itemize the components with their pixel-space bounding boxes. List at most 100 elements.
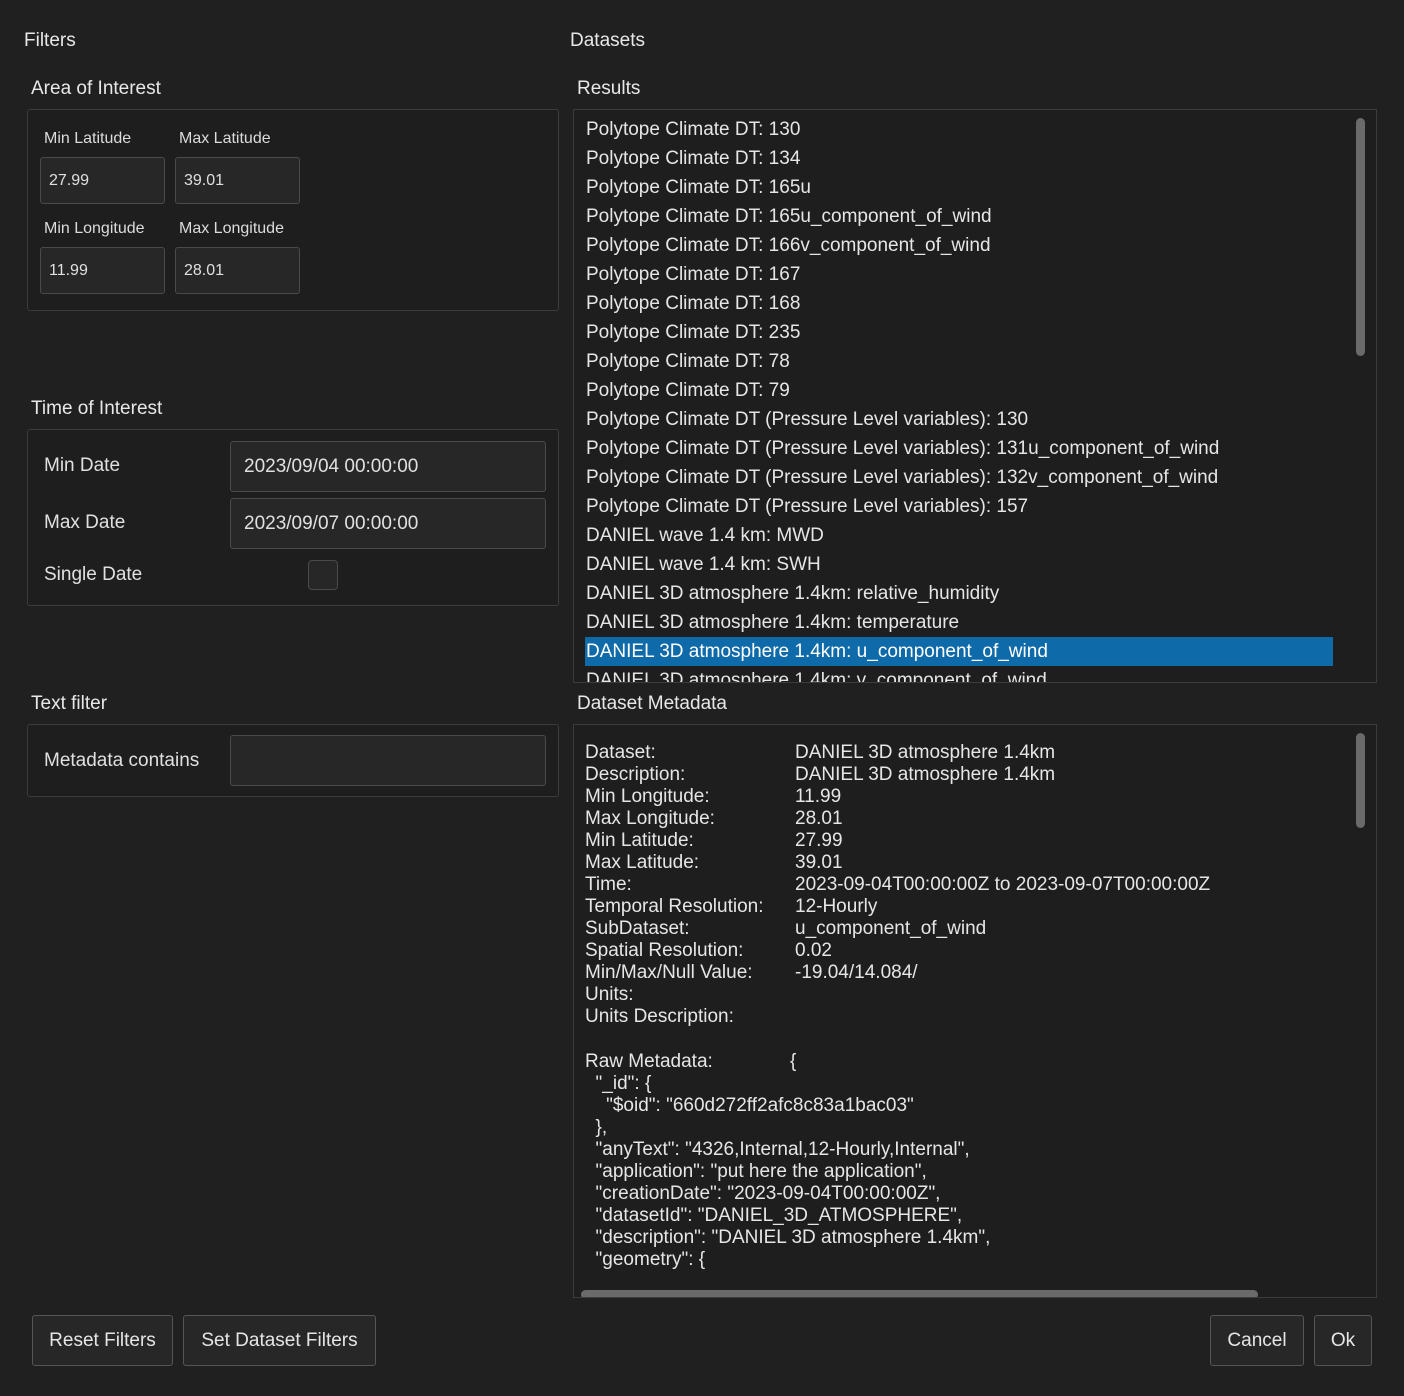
metadata-value: 39.01 xyxy=(795,852,843,873)
metadata-key: Temporal Resolution: xyxy=(585,896,764,917)
result-item[interactable]: Polytope Climate DT: 165u xyxy=(585,173,1333,202)
metadata-row: Dataset: DANIEL 3D atmosphere 1.4km xyxy=(585,742,1345,764)
raw-metadata-line: "_id": { xyxy=(585,1073,652,1094)
metadata-key: SubDataset: xyxy=(585,918,690,939)
raw-metadata-label: Raw Metadata: xyxy=(585,1051,713,1072)
min-date-label: Min Date xyxy=(44,455,121,476)
dataset-metadata-title: Dataset Metadata xyxy=(577,693,727,714)
result-item[interactable]: Polytope Climate DT (Pressure Level vari… xyxy=(585,405,1333,434)
result-item[interactable]: DANIEL 3D atmosphere 1.4km: v_component_… xyxy=(585,666,1333,682)
single-date-label: Single Date xyxy=(44,564,143,585)
results-vertical-scrollbar[interactable] xyxy=(1356,118,1365,356)
result-item[interactable]: DANIEL 3D atmosphere 1.4km: u_component_… xyxy=(585,637,1333,666)
raw-metadata-line: "creationDate": "2023-09-04T00:00:00Z", xyxy=(585,1183,941,1204)
metadata-key: Dataset: xyxy=(585,742,656,763)
metadata-key: Units: xyxy=(585,984,634,1005)
result-item[interactable]: Polytope Climate DT: 78 xyxy=(585,347,1333,376)
datasets-title: Datasets xyxy=(570,30,645,51)
ok-button[interactable]: Ok xyxy=(1314,1315,1372,1366)
max-latitude-label: Max Latitude xyxy=(179,130,271,147)
metadata-row: Min Latitude: 27.99 xyxy=(585,830,1345,852)
result-item[interactable]: Polytope Climate DT: 79 xyxy=(585,376,1333,405)
metadata-row: Spatial Resolution: 0.02 xyxy=(585,940,1345,962)
metadata-horizontal-scrollbar[interactable] xyxy=(581,1290,1258,1297)
raw-metadata-line: }, xyxy=(585,1117,608,1138)
min-latitude-field[interactable] xyxy=(40,157,165,204)
metadata-row: Min/Max/Null Value: -19.04/14.084/ xyxy=(585,962,1345,984)
raw-metadata-line: "$oid": "660d272ff2afc8c83a1bac03" xyxy=(585,1095,914,1116)
result-item[interactable]: Polytope Climate DT (Pressure Level vari… xyxy=(585,492,1333,521)
raw-metadata-open-brace: { xyxy=(790,1051,797,1072)
metadata-value: 11.99 xyxy=(795,786,842,807)
area-of-interest-group: Min Latitude Max Latitude Min Longitude … xyxy=(27,109,559,311)
metadata-row: Description: DANIEL 3D atmosphere 1.4km xyxy=(585,764,1345,786)
metadata-key: Max Latitude: xyxy=(585,852,700,873)
metadata-panel[interactable]: Dataset: DANIEL 3D atmosphere 1.4km Descri… xyxy=(573,724,1377,1298)
metadata-key: Min/Max/Null Value: xyxy=(585,962,753,983)
text-filter-title: Text filter xyxy=(31,693,108,714)
single-date-checkbox[interactable] xyxy=(308,560,338,590)
metadata-value: 28.01 xyxy=(795,808,843,829)
result-item[interactable]: DANIEL 3D atmosphere 1.4km: relative_hum… xyxy=(585,579,1333,608)
min-longitude-field[interactable] xyxy=(40,247,165,294)
metadata-contains-label: Metadata contains xyxy=(44,750,200,771)
result-item[interactable]: Polytope Climate DT: 167 xyxy=(585,260,1333,289)
metadata-key: Min Longitude: xyxy=(585,786,710,807)
metadata-vertical-scrollbar[interactable] xyxy=(1356,733,1365,828)
metadata-row: Time: 2023-09-04T00:00:00Z to 2023-09-07T… xyxy=(585,874,1345,896)
result-item[interactable]: DANIEL wave 1.4 km: SWH xyxy=(585,550,1333,579)
metadata-value: 12-Hourly xyxy=(795,896,878,917)
metadata-key: Min Latitude: xyxy=(585,830,694,851)
result-item[interactable]: Polytope Climate DT: 130 xyxy=(585,115,1333,144)
result-item[interactable]: Polytope Climate DT: 166v_component_of_w… xyxy=(585,231,1333,260)
metadata-row: Max Longitude: 28.01 xyxy=(585,808,1345,830)
metadata-key: Description: xyxy=(585,764,686,785)
metadata-value: 0.02 xyxy=(795,940,832,961)
area-of-interest-title: Area of Interest xyxy=(31,78,161,99)
max-longitude-field[interactable] xyxy=(175,247,300,294)
reset-filters-button[interactable]: Reset Filters xyxy=(32,1315,173,1366)
metadata-row: Min Longitude: 11.99 xyxy=(585,786,1345,808)
time-of-interest-group: Min Date Max Date Single Date xyxy=(27,429,559,606)
raw-metadata-line: "description": "DANIEL 3D atmosphere 1.4… xyxy=(585,1227,991,1248)
metadata-row: Temporal Resolution: 12-Hourly xyxy=(585,896,1345,918)
result-item[interactable]: DANIEL 3D atmosphere 1.4km: temperature xyxy=(585,608,1333,637)
result-item[interactable]: DANIEL wave 1.4 km: MWD xyxy=(585,521,1333,550)
result-item[interactable]: Polytope Climate DT: 165u_component_of_w… xyxy=(585,202,1333,231)
metadata-value: 27.99 xyxy=(795,830,843,851)
time-of-interest-title: Time of Interest xyxy=(31,398,163,419)
cancel-button[interactable]: Cancel xyxy=(1210,1315,1304,1366)
metadata-value: DANIEL 3D atmosphere 1.4km xyxy=(795,742,1056,763)
result-item[interactable]: Polytope Climate DT (Pressure Level vari… xyxy=(585,434,1333,463)
max-date-field[interactable] xyxy=(230,498,546,549)
set-dataset-filters-button[interactable]: Set Dataset Filters xyxy=(183,1315,376,1366)
filters-title: Filters xyxy=(24,30,76,51)
text-filter-group: Metadata contains xyxy=(27,724,559,797)
results-list[interactable]: Polytope Climate DT: 130 Polytope Climate… xyxy=(573,109,1377,683)
min-latitude-label: Min Latitude xyxy=(44,130,132,147)
min-longitude-label: Min Longitude xyxy=(44,220,145,237)
raw-metadata-line: "datasetId": "DANIEL_3D_ATMOSPHERE", xyxy=(585,1205,963,1226)
metadata-row: Units Description: xyxy=(585,1006,1345,1028)
metadata-value: 2023-09-04T00:00:00Z to 2023-09-07T00:00… xyxy=(795,874,1211,895)
raw-metadata-line: "geometry": { xyxy=(585,1249,706,1270)
result-item[interactable]: Polytope Climate DT: 134 xyxy=(585,144,1333,173)
metadata-key: Units Description: xyxy=(585,1006,734,1027)
min-date-field[interactable] xyxy=(230,441,546,492)
max-longitude-label: Max Longitude xyxy=(179,220,284,237)
metadata-key: Time: xyxy=(585,874,632,895)
result-item[interactable]: Polytope Climate DT (Pressure Level vari… xyxy=(585,463,1333,492)
result-item[interactable]: Polytope Climate DT: 235 xyxy=(585,318,1333,347)
metadata-value: u_component_of_wind xyxy=(795,918,987,939)
metadata-row: Max Latitude: 39.01 xyxy=(585,852,1345,874)
raw-metadata-line: "anyText": "4326,Internal,12-Hourly,Inte… xyxy=(585,1139,970,1160)
metadata-row: SubDataset: u_component_of_wind xyxy=(585,918,1345,940)
metadata-value: DANIEL 3D atmosphere 1.4km xyxy=(795,764,1056,785)
metadata-contains-field[interactable] xyxy=(230,735,546,786)
max-date-label: Max Date xyxy=(44,512,126,533)
result-item[interactable]: Polytope Climate DT: 168 xyxy=(585,289,1333,318)
max-latitude-field[interactable] xyxy=(175,157,300,204)
raw-metadata-line: "application": "put here the application… xyxy=(585,1161,927,1182)
metadata-key: Max Longitude: xyxy=(585,808,715,829)
metadata-row: Units: xyxy=(585,984,1345,1006)
